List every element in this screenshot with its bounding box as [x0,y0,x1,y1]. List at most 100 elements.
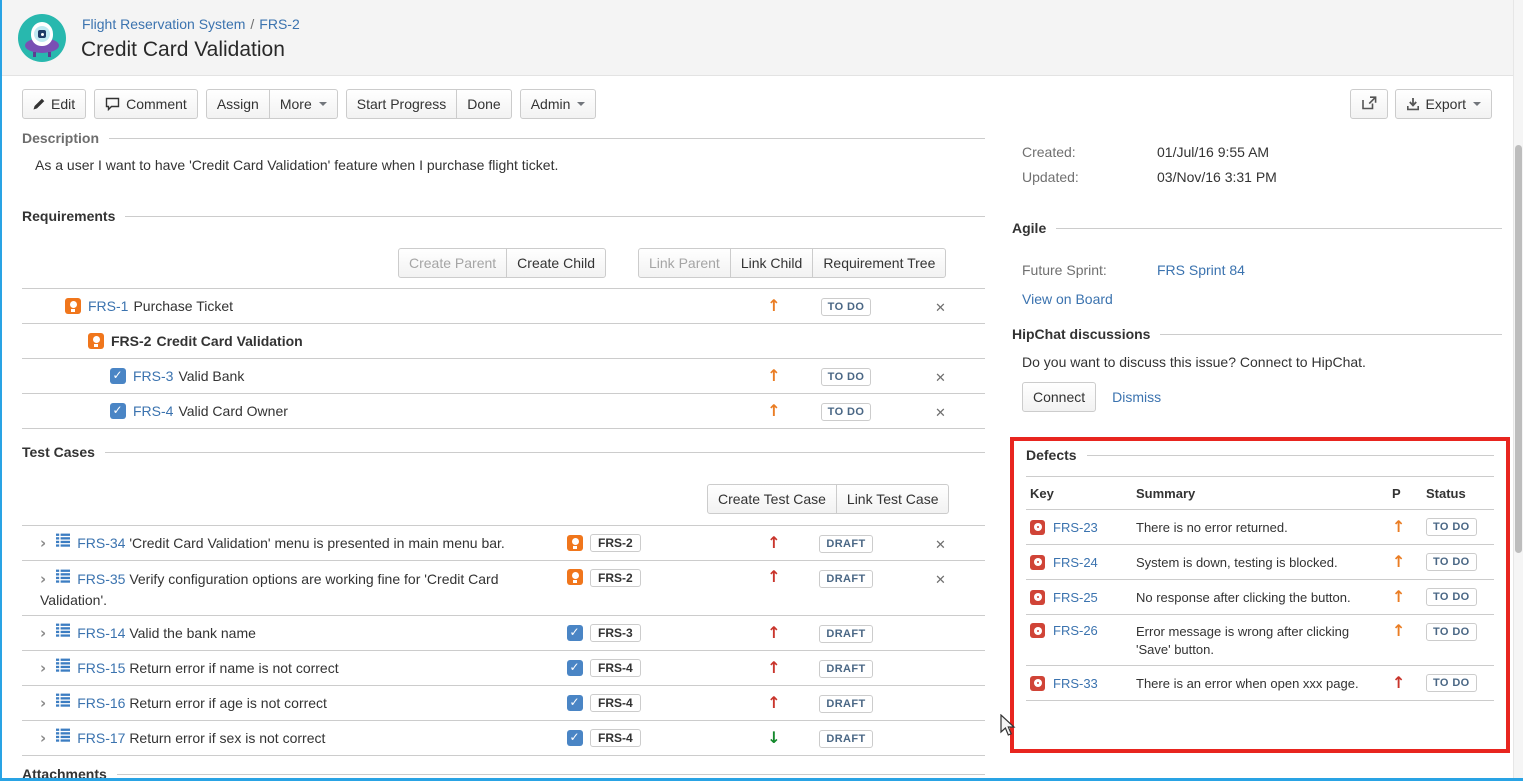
edit-button[interactable]: Edit [22,89,86,119]
status-lozenge: DRAFT [819,695,872,713]
comment-bubble-icon [105,97,120,111]
more-dropdown-button[interactable]: More [269,89,338,119]
test-case-key-link[interactable]: FRS-34 [77,535,125,551]
link-child-button[interactable]: Link Child [730,248,813,278]
description-text: As a user I want to have 'Credit Card Va… [35,157,985,173]
priority-icon [767,296,780,315]
test-case-icon [55,730,71,746]
priority-icon [767,401,780,420]
window-edge-left [0,0,2,781]
expand-chevron-icon[interactable]: › [40,570,46,588]
requirement-row-current: FRS-2 Credit Card Validation [22,324,985,359]
test-cases-section: Test Cases Create Test Case Link Test Ca… [22,444,985,756]
hipchat-connect-button[interactable]: Connect [1022,382,1096,412]
defects-heading: Defects [1026,447,1077,463]
remove-link-icon[interactable] [935,367,946,386]
create-parent-button[interactable]: Create Parent [398,248,507,278]
requirement-type-icon [567,535,583,551]
link-parent-button[interactable]: Link Parent [638,248,731,278]
status-lozenge: DRAFT [819,730,872,748]
breadcrumb-project-link[interactable]: Flight Reservation System [82,16,245,32]
admin-dropdown-button[interactable]: Admin [520,89,597,119]
test-case-icon [55,535,71,551]
updated-label: Updated: [1012,169,1157,185]
requirement-key: FRS-2 [111,333,151,349]
download-icon [1406,97,1420,111]
test-case-row: ›FRS-17 Return error if sex is not corre… [22,721,985,756]
status-lozenge: TO DO [1426,623,1477,641]
test-case-summary: 'Credit Card Validation' menu is present… [129,535,505,551]
status-lozenge: TO DO [821,298,872,316]
defect-key-link[interactable]: FRS-33 [1053,676,1098,691]
done-button[interactable]: Done [456,89,511,119]
test-case-key-link[interactable]: FRS-14 [77,625,125,641]
workflow-button-group: Start Progress Done [346,89,512,119]
defect-key-link[interactable]: FRS-25 [1053,590,1098,605]
hipchat-dismiss-link[interactable]: Dismiss [1112,389,1161,405]
issue-toolbar: Edit Comment Assign More Start Progress … [22,89,596,119]
bug-icon [1030,555,1045,570]
requirement-row: FRS-4 Valid Card Owner TO DO [22,394,985,429]
defect-summary: There is an error when open xxx page. [1136,676,1392,691]
remove-link-icon[interactable] [935,297,946,316]
bug-icon [1030,590,1045,605]
defect-key-link[interactable]: FRS-24 [1053,555,1098,570]
remove-link-icon[interactable] [935,402,946,421]
test-case-key-link[interactable]: FRS-35 [77,571,125,587]
test-cases-heading: Test Cases [22,444,95,460]
column-header-key: Key [1026,486,1136,501]
defect-key-link[interactable]: FRS-23 [1053,520,1098,535]
bug-icon [1030,623,1045,638]
remove-link-icon[interactable] [935,534,946,553]
bug-icon [1030,520,1045,535]
vertical-scrollbar-thumb[interactable] [1515,145,1522,553]
assign-button[interactable]: Assign [206,89,270,119]
requirement-key-link[interactable]: FRS-4 [133,403,173,419]
test-case-row: ›FRS-14 Valid the bank name FRS-3 DRAFT [22,616,985,651]
test-case-row: ›FRS-15 Return error if name is not corr… [22,651,985,686]
defects-table: Key Summary P Status FRS-23 There is no … [1026,476,1494,701]
priority-icon [767,658,780,677]
remove-link-icon[interactable] [935,569,946,588]
defect-key-link[interactable]: FRS-26 [1053,623,1098,638]
status-lozenge: DRAFT [819,535,872,553]
requirements-tree: FRS-1 Purchase Ticket TO DO FRS-2 Credit… [22,288,985,429]
expand-chevron-icon[interactable]: › [40,624,46,642]
defect-row: FRS-26 Error message is wrong after clic… [1026,615,1494,666]
requirement-key-link[interactable]: FRS-3 [133,368,173,384]
expand-chevron-icon[interactable]: › [40,659,46,677]
priority-icon [767,728,780,747]
expand-chevron-icon[interactable]: › [40,729,46,747]
future-sprint-label: Future Sprint: [1012,262,1157,278]
requirements-link-group: Link Parent Link Child Requirement Tree [638,248,946,278]
create-child-button[interactable]: Create Child [506,248,606,278]
export-dropdown-button[interactable]: Export [1395,89,1492,119]
expand-chevron-icon[interactable]: › [40,534,46,552]
create-test-case-button[interactable]: Create Test Case [707,484,837,514]
start-progress-button[interactable]: Start Progress [346,89,457,119]
requirement-type-icon [567,695,583,711]
share-button[interactable] [1350,89,1388,119]
requirement-tree-button[interactable]: Requirement Tree [812,248,946,278]
requirement-key-link[interactable]: FRS-1 [88,298,128,314]
breadcrumb-issue-link[interactable]: FRS-2 [259,16,299,32]
test-case-key-link[interactable]: FRS-16 [77,695,125,711]
link-test-case-button[interactable]: Link Test Case [836,484,950,514]
test-case-list: › FRS-34 'Credit Card Validation' menu is… [22,525,985,756]
requirement-type-icon [567,660,583,676]
defect-row: FRS-24 System is down, testing is blocke… [1026,545,1494,580]
defect-summary: No response after clicking the button. [1136,590,1392,605]
agile-section: Agile Future Sprint:FRS Sprint 84 View o… [1012,220,1502,307]
view-on-board-link[interactable]: View on Board [1022,291,1113,307]
priority-icon [1392,587,1405,606]
test-case-key-link[interactable]: FRS-17 [77,730,125,746]
expand-chevron-icon[interactable]: › [40,694,46,712]
test-case-key-link[interactable]: FRS-15 [77,660,125,676]
requirement-key-lozenge: FRS-2 [590,569,641,587]
comment-button[interactable]: Comment [94,89,198,119]
heading-rule [125,216,985,217]
chevron-down-icon [577,102,585,106]
requirement-summary: Valid Bank [178,368,244,384]
future-sprint-link[interactable]: FRS Sprint 84 [1157,262,1245,278]
status-lozenge: DRAFT [819,570,872,588]
